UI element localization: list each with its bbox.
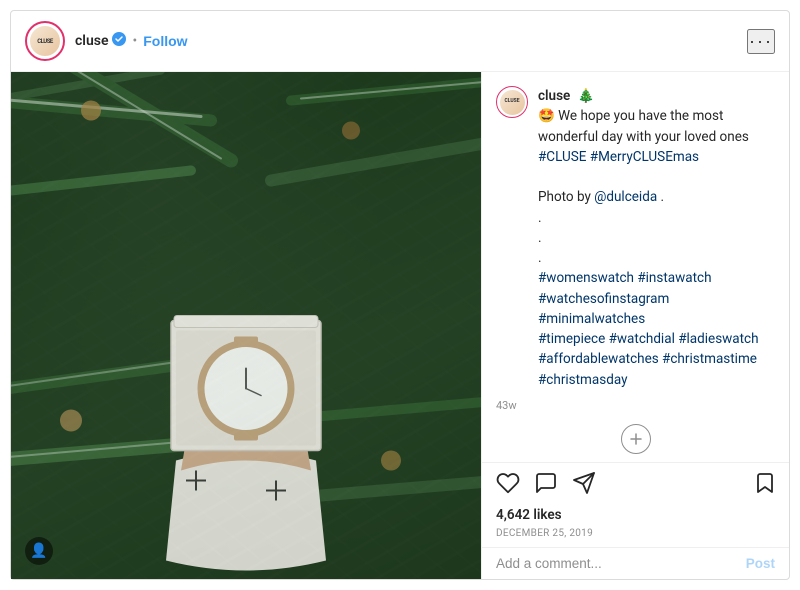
like-button[interactable] <box>496 471 520 501</box>
header-username[interactable]: cluse <box>75 33 108 49</box>
caption-text: 🤩 We hope you have the most wonderful da… <box>538 108 749 144</box>
post-caption: CLUSE cluse 🎄 🤩 We hope you have the mos… <box>482 72 789 416</box>
user-icon: 👤 <box>30 543 47 559</box>
post-image: 👤 <box>11 72 481 579</box>
caption-timestamp: 43w <box>496 398 775 415</box>
post-main: 👤 CLUSE cluse 🎄 🤩 We hope you have the m… <box>11 72 789 579</box>
post-actions <box>482 462 789 505</box>
background-branches <box>11 72 481 579</box>
post-right: CLUSE cluse 🎄 🤩 We hope you have the mos… <box>481 72 789 579</box>
avatar-wrapper[interactable]: CLUSE <box>25 21 65 61</box>
header-info: cluse • Follow <box>75 32 747 50</box>
post-comment-button[interactable]: Post <box>746 556 775 571</box>
more-options-button[interactable]: ··· <box>747 29 775 54</box>
caption-hashtags[interactable]: #CLUSE #MerryCLUSEmas <box>538 149 699 165</box>
likes-count: 4,642 likes <box>482 505 789 527</box>
caption-dots: ... <box>538 210 542 267</box>
follow-button[interactable]: Follow <box>143 33 187 49</box>
avatar: CLUSE <box>29 25 61 57</box>
caption-avatar-inner: CLUSE <box>499 89 526 116</box>
post-container: CLUSE cluse • Follow ··· <box>10 10 790 580</box>
verified-icon <box>112 32 126 50</box>
post-date: DECEMBER 25, 2019 <box>482 527 789 547</box>
caption-greeting: 🎄 <box>574 88 594 104</box>
caption-avatar[interactable]: CLUSE <box>496 86 528 118</box>
dot-separator: • <box>132 33 137 49</box>
add-comment-row: Post <box>482 547 789 579</box>
mention-dulceida[interactable]: @dulceida <box>594 189 657 205</box>
post-header: CLUSE cluse • Follow ··· <box>11 11 789 72</box>
bottom-user-icon[interactable]: 👤 <box>25 537 53 565</box>
add-emoji-button[interactable] <box>621 424 651 454</box>
caption-photo-credit: Photo by @dulceida . <box>538 189 664 205</box>
comment-input[interactable] <box>496 556 746 571</box>
share-button[interactable] <box>572 471 596 501</box>
comment-button[interactable] <box>534 471 558 501</box>
save-button[interactable] <box>753 471 775 501</box>
add-emoji-row <box>482 416 789 462</box>
caption-username[interactable]: cluse <box>538 88 570 104</box>
caption-body: cluse 🎄 🤩 We hope you have the most wond… <box>538 86 775 390</box>
caption-tags: #womenswatch #instawatch#watchesofinstag… <box>538 270 759 387</box>
